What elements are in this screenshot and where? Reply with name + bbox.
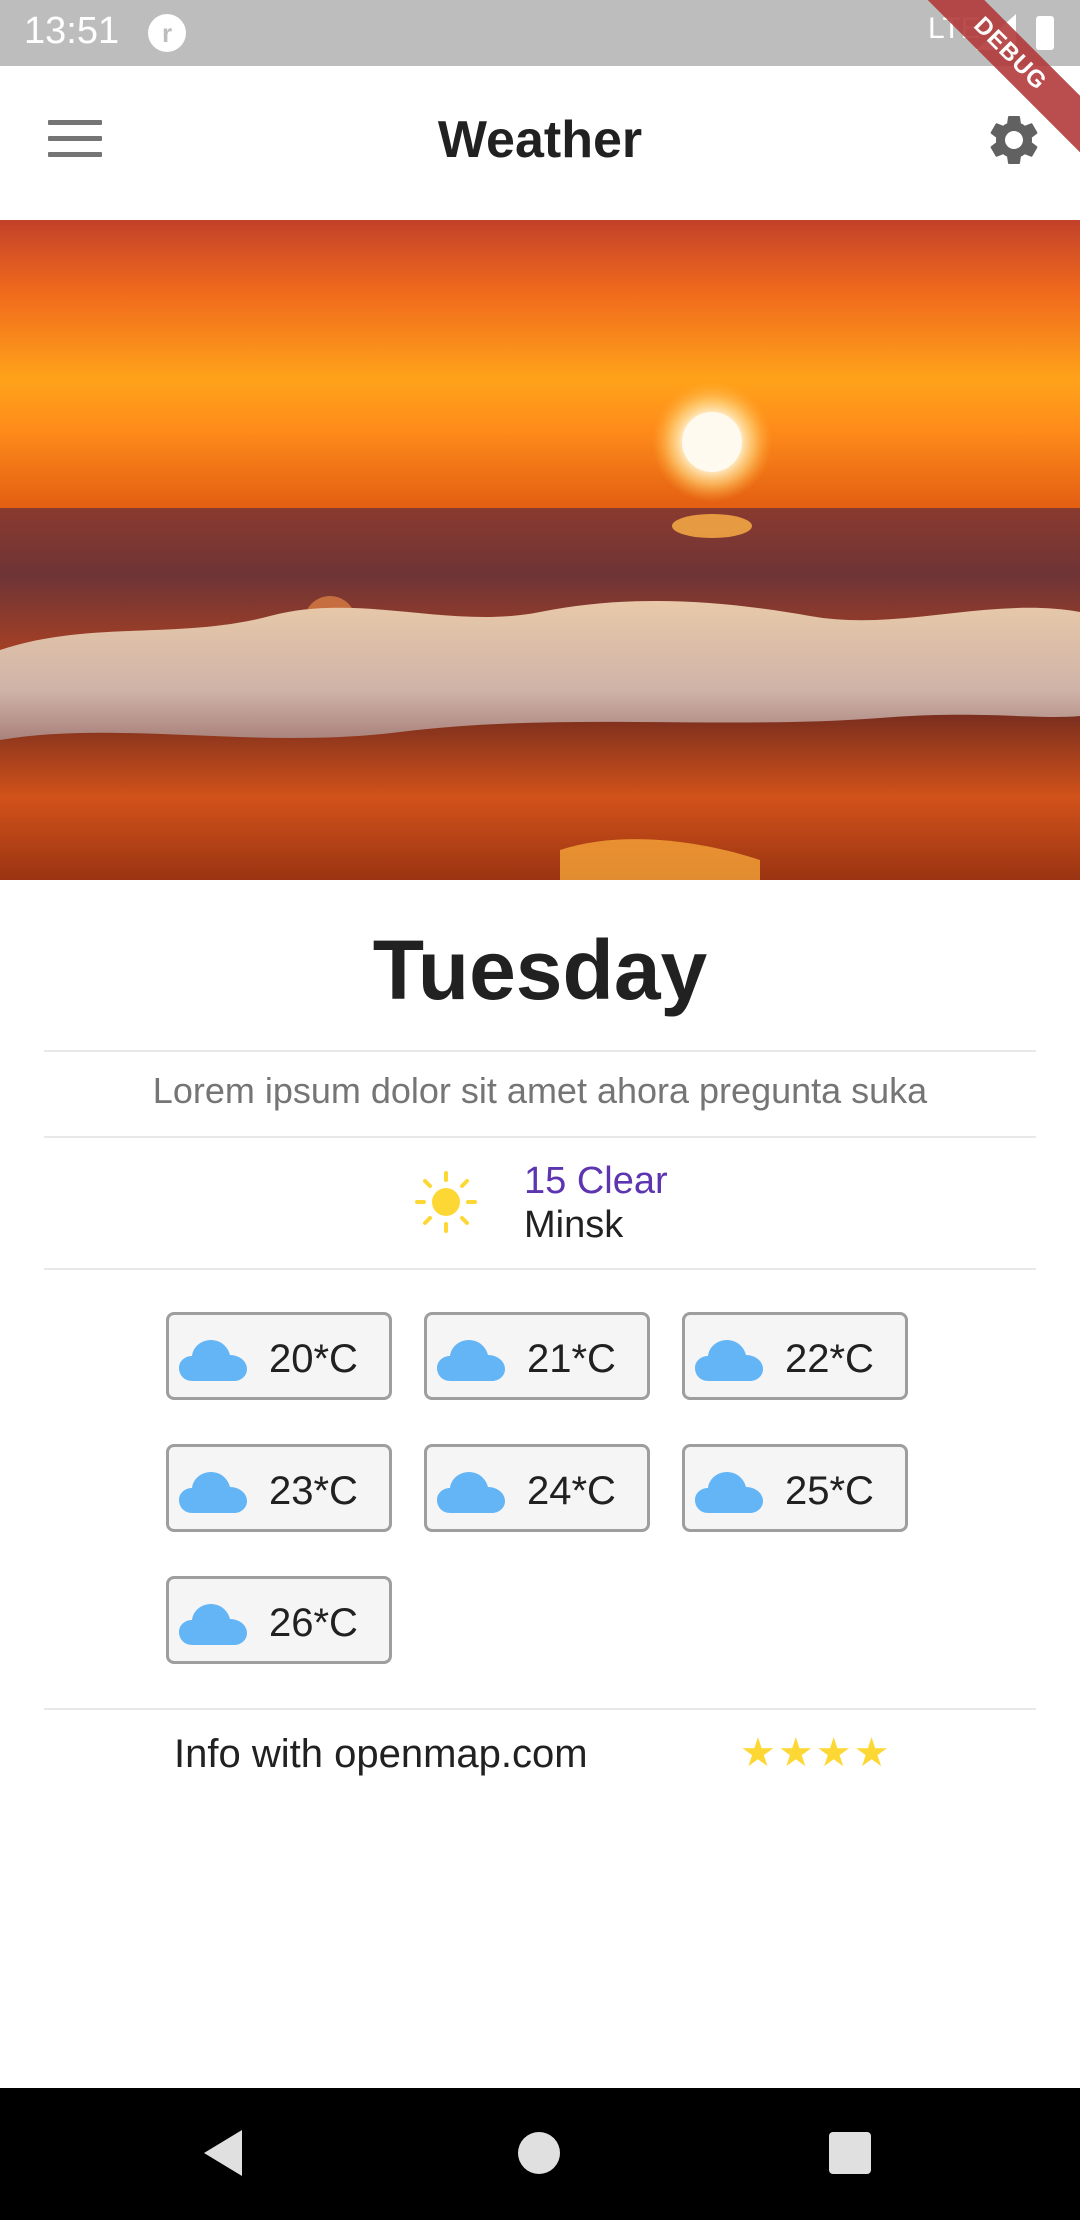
- app-bar: Weather: [0, 66, 1080, 220]
- city-name: Minsk: [524, 1204, 624, 1246]
- chip-label: 22*C: [785, 1337, 874, 1381]
- chip-label: 24*C: [527, 1469, 616, 1513]
- rating-stars: ★★★★: [740, 1731, 892, 1775]
- forecast-chip[interactable]: 25*C: [682, 1444, 908, 1532]
- page-title: Weather: [437, 111, 643, 169]
- chip-label: 25*C: [785, 1469, 874, 1513]
- status-time: 13:51: [24, 10, 120, 52]
- forecast-chip[interactable]: 21*C: [424, 1312, 650, 1400]
- status-bar: 13:51 r LTE: [0, 0, 1080, 66]
- cloud-icon: [695, 1472, 763, 1513]
- cloud-icon: [179, 1604, 247, 1645]
- divider: [44, 1708, 1036, 1710]
- chip-label: 23*C: [269, 1469, 358, 1513]
- divider: [44, 1268, 1036, 1270]
- forecast-chip[interactable]: 23*C: [166, 1444, 392, 1532]
- cloud-icon: [695, 1340, 763, 1381]
- recents-icon[interactable]: [829, 2132, 871, 2174]
- sun-icon: [415, 1171, 477, 1233]
- battery-icon: [1036, 16, 1054, 50]
- current-condition: 15 Clear: [524, 1160, 668, 1202]
- home-icon[interactable]: [518, 2132, 560, 2174]
- hero-image: [0, 220, 1080, 880]
- forecast-chip[interactable]: 22*C: [682, 1312, 908, 1400]
- gear-icon[interactable]: [984, 110, 1044, 170]
- system-nav-bar: [0, 2088, 1080, 2220]
- forecast-chip[interactable]: 20*C: [166, 1312, 392, 1400]
- forecast-chip[interactable]: 26*C: [166, 1576, 392, 1664]
- back-icon[interactable]: [204, 2130, 244, 2176]
- cloud-icon: [437, 1472, 505, 1513]
- forecast-chip[interactable]: 24*C: [424, 1444, 650, 1532]
- cloud-icon: [179, 1340, 247, 1381]
- divider: [44, 1136, 1036, 1138]
- divider: [44, 1050, 1036, 1052]
- cloud-icon: [437, 1340, 505, 1381]
- chip-label: 20*C: [269, 1337, 358, 1381]
- info-source-text: Info with openmap.com: [174, 1732, 588, 1776]
- chip-label: 26*C: [269, 1601, 358, 1645]
- description-text: Lorem ipsum dolor sit amet ahora pregunt…: [152, 1070, 928, 1111]
- chip-label: 21*C: [527, 1337, 616, 1381]
- notification-app-icon: r: [148, 14, 186, 52]
- day-title: Tuesday: [372, 923, 708, 1017]
- cloud-icon: [179, 1472, 247, 1513]
